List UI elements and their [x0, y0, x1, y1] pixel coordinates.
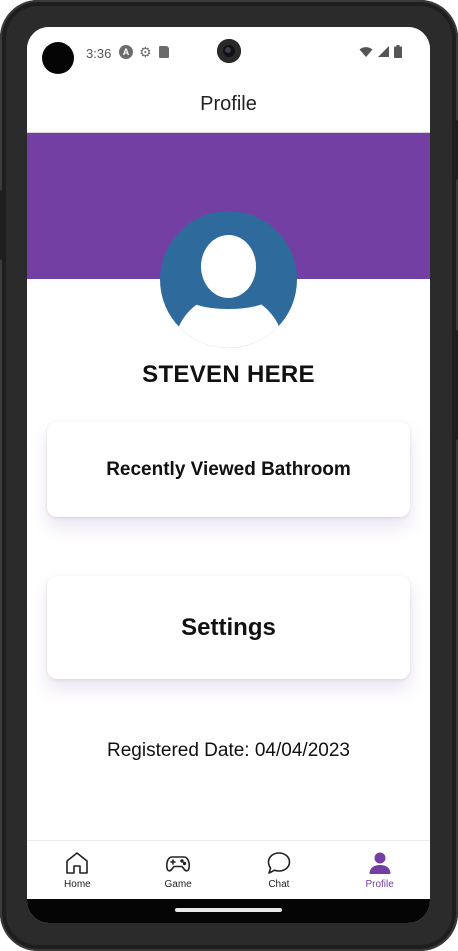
app-header: Profile	[27, 77, 430, 133]
phone-screen: 3:36 A ⚙ Profile STEVEN HERE Recently Vi…	[27, 27, 430, 923]
nav-item-home[interactable]: Home	[27, 841, 128, 899]
registered-date: Registered Date: 04/04/2023	[107, 740, 350, 761]
nav-item-game[interactable]: Game	[128, 841, 229, 899]
battery-icon	[394, 45, 402, 58]
status-bar: 3:36 A ⚙	[27, 27, 430, 77]
user-name: STEVEN HERE	[142, 361, 315, 388]
power-button	[454, 120, 458, 180]
person-icon	[369, 852, 391, 874]
nav-label-game: Game	[164, 879, 192, 890]
side-button	[0, 190, 4, 260]
system-icons	[359, 45, 402, 58]
recently-viewed-bathroom-card[interactable]: Recently Viewed Bathroom	[47, 422, 410, 517]
wifi-icon	[359, 46, 373, 57]
chat-bubble-icon	[267, 852, 291, 874]
nav-item-chat[interactable]: Chat	[229, 841, 330, 899]
settings-label: Settings	[181, 613, 276, 641]
page-title: Profile	[200, 93, 257, 115]
sd-card-icon	[159, 46, 169, 58]
nav-label-home: Home	[64, 879, 91, 890]
settings-card[interactable]: Settings	[47, 576, 410, 679]
status-time: 3:36	[86, 46, 112, 61]
a-circle-icon: A	[119, 45, 133, 59]
gamepad-icon	[166, 856, 191, 872]
front-camera-cutout	[42, 42, 74, 74]
nav-item-profile[interactable]: Profile	[329, 841, 430, 899]
phone-frame: 3:36 A ⚙ Profile STEVEN HERE Recently Vi…	[0, 0, 458, 951]
nav-label-chat: Chat	[268, 879, 290, 890]
gear-icon: ⚙	[139, 44, 152, 60]
avatar-head	[201, 235, 256, 298]
home-gesture-handle[interactable]	[175, 908, 282, 912]
signal-icon	[378, 46, 389, 57]
bottom-navigation: Home Game Chat Profile	[27, 840, 430, 899]
person-avatar-icon	[160, 211, 297, 348]
system-navigation-bar	[27, 899, 430, 923]
punch-hole-camera	[217, 39, 241, 63]
volume-button	[454, 330, 458, 440]
notification-icons: A ⚙	[119, 45, 169, 59]
home-icon	[66, 852, 89, 874]
nav-label-profile: Profile	[365, 879, 394, 890]
recently-viewed-label: Recently Viewed Bathroom	[106, 458, 351, 480]
